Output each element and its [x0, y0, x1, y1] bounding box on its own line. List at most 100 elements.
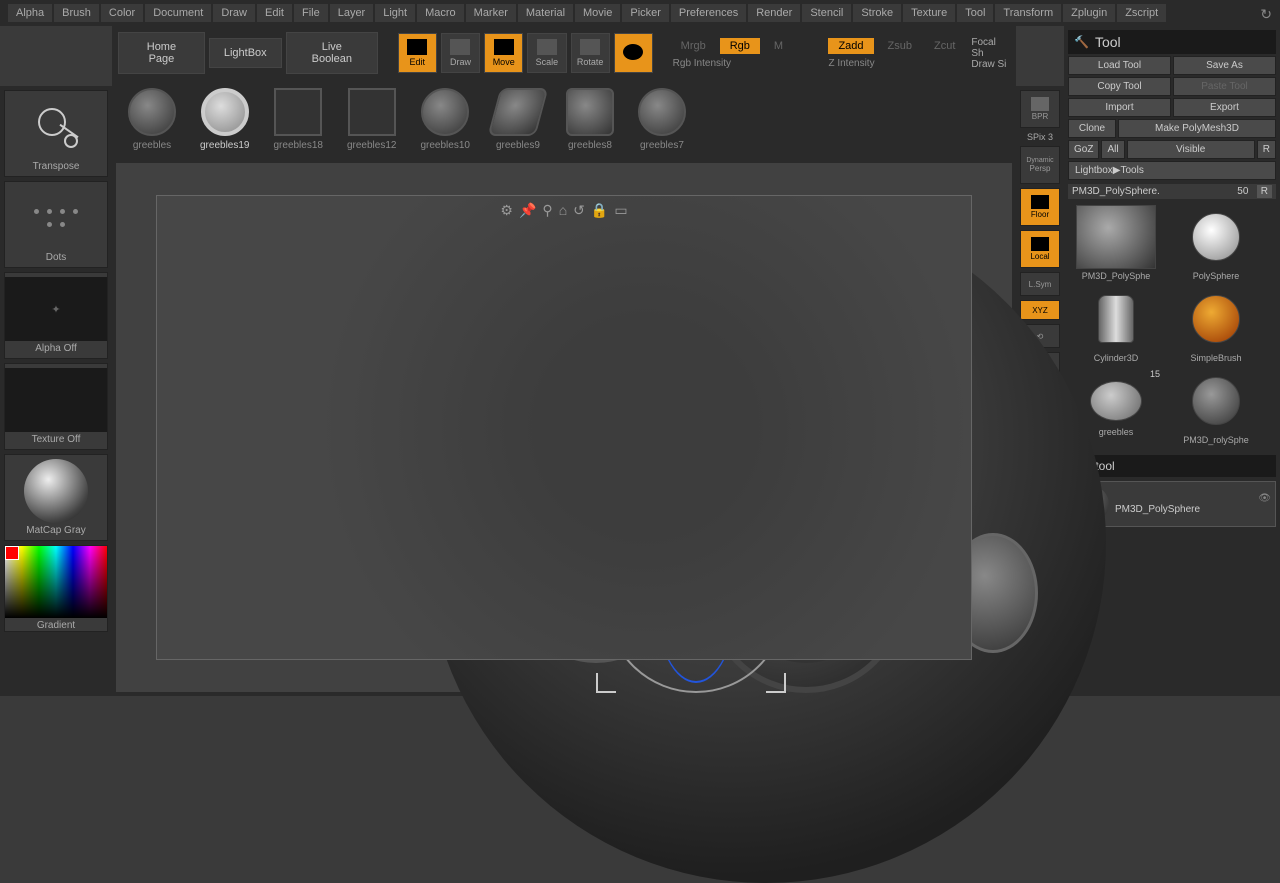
shelf-item-greebles10[interactable]: greebles10: [420, 88, 469, 151]
texture-slot[interactable]: Texture Off: [4, 363, 108, 450]
lsym-button[interactable]: L.Sym: [1020, 272, 1060, 296]
xyz-button[interactable]: XYZ: [1020, 300, 1060, 320]
floor-button[interactable]: Floor: [1020, 188, 1060, 226]
material-slot[interactable]: MatCap Gray: [4, 454, 108, 541]
gizmo-button[interactable]: [614, 33, 653, 73]
lightbox-button[interactable]: LightBox: [209, 38, 282, 68]
tool-item-polysphere[interactable]: PolySphere: [1168, 205, 1264, 283]
stroke-slot[interactable]: Dots: [4, 181, 108, 268]
save-as-button[interactable]: Save As: [1173, 56, 1276, 75]
home-button[interactable]: Home Page: [118, 32, 205, 74]
shelf-item-greebles8[interactable]: greebles8: [566, 88, 614, 151]
rgb-button[interactable]: Rgb: [720, 38, 760, 54]
load-tool-button[interactable]: Load Tool: [1068, 56, 1171, 75]
menu-draw[interactable]: Draw: [213, 4, 255, 22]
local-button[interactable]: Local: [1020, 230, 1060, 268]
zsub-button[interactable]: Zsub: [880, 40, 920, 52]
menu-tool[interactable]: Tool: [957, 4, 993, 22]
mrgb-button[interactable]: Mrgb: [673, 40, 714, 52]
shelf-item-greebles19[interactable]: greebles19: [200, 88, 249, 151]
menu-material[interactable]: Material: [518, 4, 573, 22]
viewport-frame: ⚙ 📌 ⚲ ⌂ ↺ 🔒 ▭: [156, 195, 972, 660]
pin-icon[interactable]: 📌: [519, 202, 536, 219]
lock-icon[interactable]: 🔒: [591, 202, 608, 219]
shelf-item-greebles18[interactable]: greebles18: [273, 88, 322, 151]
export-button[interactable]: Export: [1173, 98, 1276, 117]
menu-document[interactable]: Document: [145, 4, 211, 22]
menu-stencil[interactable]: Stencil: [802, 4, 851, 22]
subtool-header[interactable]: Subtool: [1068, 455, 1276, 477]
menu-light[interactable]: Light: [375, 4, 415, 22]
draw-size-label[interactable]: Draw Si: [971, 59, 1010, 70]
color-picker[interactable]: [5, 546, 107, 618]
menu-picker[interactable]: Picker: [622, 4, 669, 22]
menu-alpha[interactable]: Alpha: [8, 4, 52, 22]
move-mode-button[interactable]: Move: [484, 33, 523, 73]
menu-texture[interactable]: Texture: [903, 4, 955, 22]
menu-color[interactable]: Color: [101, 4, 143, 22]
edit-mode-button[interactable]: Edit: [398, 33, 437, 73]
menu-transform[interactable]: Transform: [995, 4, 1061, 22]
shelf-item-greebles12[interactable]: greebles12: [347, 88, 396, 151]
tool-item-greebles[interactable]: 15greebles: [1068, 369, 1164, 447]
tool-item-pm3d-roly[interactable]: PM3D_rolySphe: [1168, 369, 1264, 447]
eye-icon[interactable]: 👁: [1258, 493, 1271, 504]
goz-visible-button[interactable]: Visible: [1127, 140, 1255, 159]
import-button[interactable]: Import: [1068, 98, 1171, 117]
menu-stroke[interactable]: Stroke: [853, 4, 901, 22]
menu-layer[interactable]: Layer: [330, 4, 374, 22]
tool-item-cylinder[interactable]: Cylinder3D: [1068, 287, 1164, 365]
menu-zplugin[interactable]: Zplugin: [1063, 4, 1115, 22]
battery-icon[interactable]: ▭: [614, 202, 627, 219]
rotate-mode-button[interactable]: Rotate: [571, 33, 610, 73]
spix-label: SPix 3: [1027, 132, 1053, 142]
goz-r-button[interactable]: R: [1257, 140, 1276, 159]
brush-label: Transpose: [5, 159, 107, 172]
viewport[interactable]: ⚙ 📌 ⚲ ⌂ ↺ 🔒 ▭: [116, 163, 1012, 692]
shelf-item-greebles7[interactable]: greebles7: [638, 88, 686, 151]
menu-edit[interactable]: Edit: [257, 4, 292, 22]
make-polymesh-button[interactable]: Make PolyMesh3D: [1118, 119, 1276, 138]
zcut-button[interactable]: Zcut: [926, 40, 963, 52]
goz-button[interactable]: GoZ: [1068, 140, 1099, 159]
bpr-button[interactable]: BPR: [1020, 90, 1060, 128]
r-button[interactable]: R: [1257, 185, 1272, 198]
tool-panel-header[interactable]: 🔨 Tool ↻: [1068, 30, 1276, 54]
paste-tool-button[interactable]: Paste Tool: [1173, 77, 1276, 96]
menu-render[interactable]: Render: [748, 4, 800, 22]
menu-macro[interactable]: Macro: [417, 4, 464, 22]
tool-name-field[interactable]: PM3D_PolySphere. 50 R: [1068, 184, 1276, 199]
shelf-item-greebles[interactable]: greebles: [128, 88, 176, 151]
tool-item-pm3d[interactable]: PM3D_PolySphe: [1068, 205, 1164, 283]
gizmo-icon: [623, 44, 643, 60]
marker-icon[interactable]: ⚲: [542, 202, 552, 219]
dots-icon: [31, 209, 81, 227]
persp-button[interactable]: DynamicPersp: [1020, 146, 1060, 184]
panel-close-button[interactable]: ↻: [1260, 6, 1272, 23]
draw-mode-button[interactable]: Draw: [441, 33, 480, 73]
brush-slot[interactable]: Transpose: [4, 90, 108, 177]
menu-file[interactable]: File: [294, 4, 328, 22]
focal-shift-label[interactable]: Focal Sh: [971, 37, 1010, 59]
menu-marker[interactable]: Marker: [466, 4, 516, 22]
undo-icon[interactable]: ↺: [573, 202, 585, 219]
subtool-name: PM3D_PolySphere: [1115, 504, 1271, 515]
menu-preferences[interactable]: Preferences: [671, 4, 746, 22]
tool-item-simplebrush[interactable]: SimpleBrush: [1168, 287, 1264, 365]
zadd-button[interactable]: Zadd: [828, 38, 873, 54]
alpha-slot[interactable]: ✦ Alpha Off: [4, 272, 108, 359]
goz-all-button[interactable]: All: [1101, 140, 1124, 159]
lightbox-tools-button[interactable]: Lightbox▶Tools: [1068, 161, 1276, 180]
menu-zscript[interactable]: Zscript: [1117, 4, 1166, 22]
clone-button[interactable]: Clone: [1068, 119, 1116, 138]
menu-brush[interactable]: Brush: [54, 4, 99, 22]
menu-movie[interactable]: Movie: [575, 4, 620, 22]
shelf-item-greebles9[interactable]: greebles9: [494, 88, 542, 151]
gear-icon[interactable]: ⚙: [500, 202, 513, 219]
m-button[interactable]: M: [766, 40, 791, 52]
home-icon[interactable]: ⌂: [559, 202, 567, 219]
copy-tool-button[interactable]: Copy Tool: [1068, 77, 1171, 96]
color-slot[interactable]: Gradient: [4, 545, 108, 632]
scale-mode-button[interactable]: Scale: [527, 33, 566, 73]
live-boolean-button[interactable]: Live Boolean: [286, 32, 378, 74]
